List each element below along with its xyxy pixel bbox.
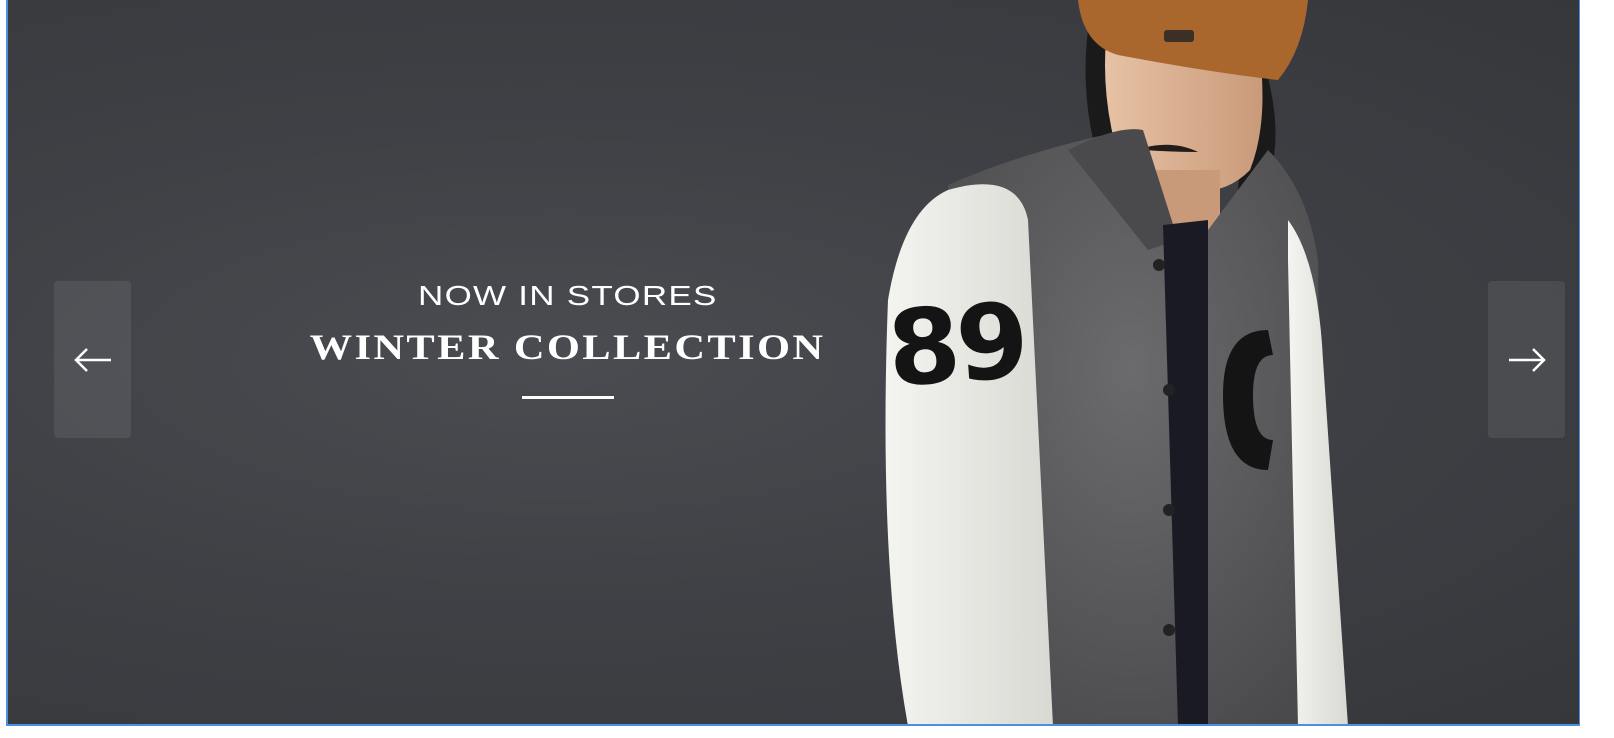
prev-slide-button[interactable]	[54, 281, 131, 438]
hero-title: WINTER COLLECTION	[310, 327, 826, 367]
hero-slider: 89 NOW IN STORES WINTER COLLECTION	[6, 0, 1580, 726]
hero-subtitle: NOW IN STORES	[418, 280, 718, 311]
title-divider	[522, 396, 614, 399]
hero-slide: 89 NOW IN STORES WINTER COLLECTION	[8, 0, 1579, 724]
arrow-right-icon	[1508, 347, 1546, 372]
sleeve-number: 89	[883, 279, 1029, 411]
hero-caption: NOW IN STORES WINTER COLLECTION	[268, 280, 868, 399]
arrow-left-icon	[73, 347, 111, 372]
next-slide-button[interactable]	[1488, 281, 1565, 438]
